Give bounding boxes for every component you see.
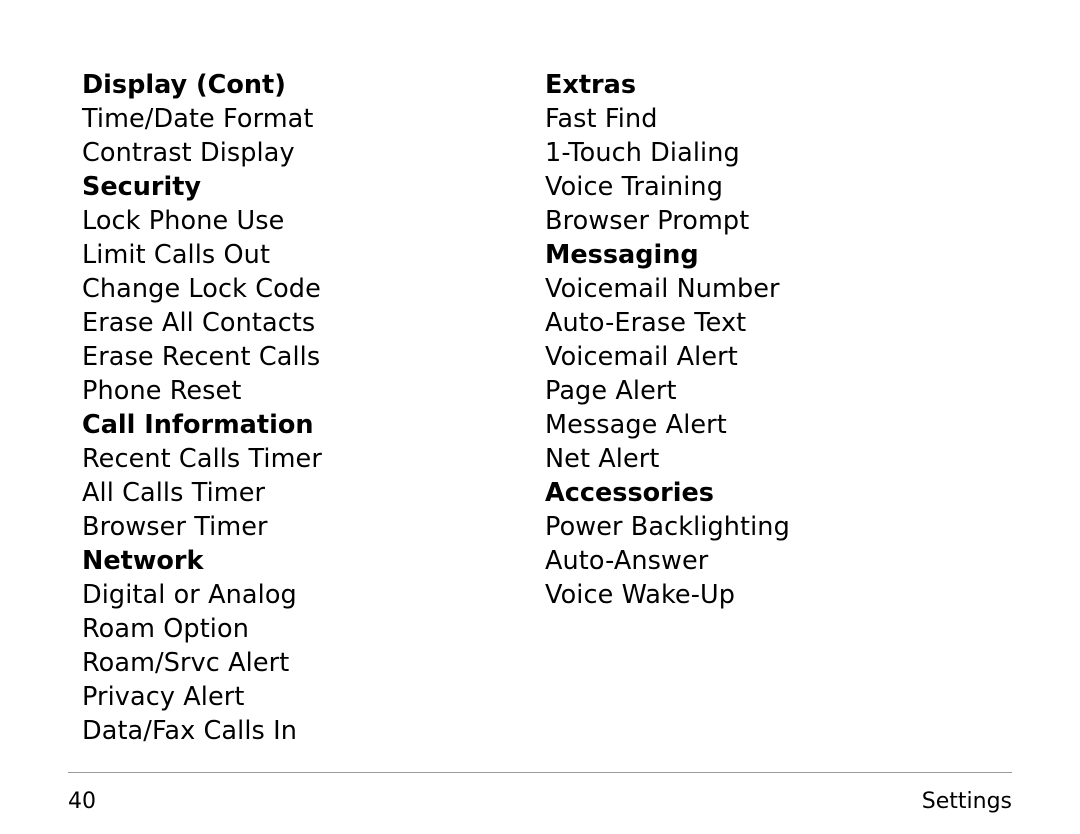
toc-entry: Contrast Display	[82, 138, 295, 168]
left-column: Display (Cont) Time/Date Format Contrast D…	[82, 68, 545, 748]
toc-entry: Recent Calls Timer	[82, 444, 322, 474]
toc-entry: Message Alert	[545, 410, 727, 440]
toc-entry: Power Backlighting	[545, 512, 790, 542]
toc-entry: Page Alert	[545, 376, 677, 406]
toc-section-heading: Messaging	[545, 240, 699, 270]
toc-entry: Auto-Answer	[545, 546, 709, 576]
toc-entry: Time/Date Format	[82, 104, 314, 134]
toc-entry: Privacy Alert	[82, 682, 245, 712]
toc-section-heading: Extras	[545, 70, 637, 100]
toc-entry: Browser Prompt	[545, 206, 750, 236]
toc-entry: Lock Phone Use	[82, 206, 285, 236]
toc-entry: Data/Fax Calls In	[82, 716, 298, 746]
toc-entry: Voicemail Number	[545, 274, 780, 304]
toc-entry: Erase Recent Calls	[82, 342, 321, 372]
toc-entry: Net Alert	[545, 444, 660, 474]
footer-section-label: Settings	[921, 789, 1012, 814]
toc-entry: 1-Touch Dialing	[545, 138, 740, 168]
footer-page-number: 40	[68, 789, 96, 814]
toc-entry: Change Lock Code	[82, 274, 321, 304]
toc-entry: Roam/Srvc Alert	[82, 648, 290, 678]
toc-section-heading: Network	[82, 546, 204, 576]
toc-entry: Digital or Analog	[82, 580, 297, 610]
manual-page: Display (Cont) Time/Date Format Contrast D…	[0, 0, 1080, 834]
footer-divider	[68, 772, 1012, 773]
toc-section-heading: Call Information	[82, 410, 314, 440]
toc-entry: Erase All Contacts	[82, 308, 316, 338]
toc-entry: Voicemail Alert	[545, 342, 738, 372]
toc-entry: Voice Training	[545, 172, 723, 202]
toc-section-heading: Accessories	[545, 478, 714, 508]
toc-columns: Display (Cont) Time/Date Format Contrast D…	[82, 68, 1012, 748]
page-footer: 40 Settings	[68, 782, 1012, 822]
toc-entry: Phone Reset	[82, 376, 242, 406]
toc-entry: Voice Wake-Up	[545, 580, 736, 610]
toc-entry: Fast Find	[545, 104, 658, 134]
toc-entry: Browser Timer	[82, 512, 268, 542]
toc-entry: All Calls Timer	[82, 478, 266, 508]
toc-section-heading: Display (Cont)	[82, 70, 286, 100]
toc-entry: Roam Option	[82, 614, 249, 644]
toc-entry: Limit Calls Out	[82, 240, 271, 270]
toc-section-heading: Security	[82, 172, 202, 202]
right-column: Extras Fast Find 1-Touch Dialing Voice Trai…	[545, 68, 1008, 612]
toc-entry: Auto-Erase Text	[545, 308, 747, 338]
